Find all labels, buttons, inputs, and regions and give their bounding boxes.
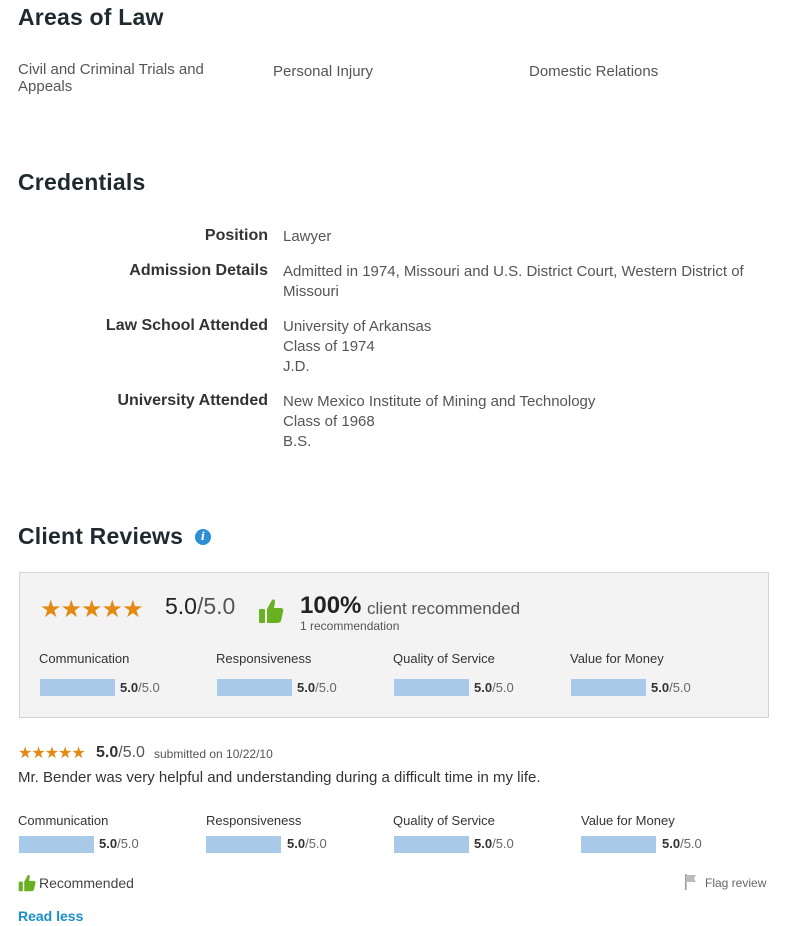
review-category-score: 5.0/5.0 — [287, 836, 327, 851]
score-denominator: /5.0 — [680, 836, 702, 851]
credential-line: Class of 1974 — [283, 338, 375, 355]
credentials-heading: Credentials — [18, 169, 146, 195]
summary-category-label: Value for Money — [570, 651, 664, 666]
credential-line: Lawyer — [283, 228, 332, 245]
review-rating-bar — [19, 836, 94, 853]
summary-category-label: Communication — [39, 651, 130, 666]
score-value: 5.0 — [474, 680, 493, 695]
summary-category-label: Responsiveness — [216, 651, 312, 666]
score-value: 5.0 — [474, 836, 493, 851]
read-less-link[interactable]: Read less — [18, 908, 83, 924]
summary-category-score: 5.0/5.0 — [297, 680, 337, 695]
review-rating-bar — [394, 836, 469, 853]
credential-value-position: Lawyer — [283, 227, 763, 247]
summary-rating-bar — [394, 679, 469, 696]
areas-of-law-heading: Areas of Law — [18, 4, 164, 30]
summary-star-rating: ★★★★★ — [40, 596, 144, 623]
area-item-civil-criminal: Civil and Criminal Trials and Appeals — [18, 61, 204, 95]
credential-line: Admitted in 1974, Missouri and U.S. Dist… — [283, 263, 744, 300]
recommended-percent: 100% — [300, 592, 362, 619]
area-item-domestic-relations: Domestic Relations — [529, 63, 659, 80]
summary-rating-bar — [571, 679, 646, 696]
flag-icon[interactable] — [684, 873, 698, 891]
review-summary-panel: ★★★★★ 5.0/5.0 100% client recommended 1 … — [19, 572, 769, 718]
info-icon[interactable]: i — [195, 529, 211, 545]
score-denominator: /5.0 — [492, 680, 514, 695]
score-denominator: /5.0 — [138, 680, 160, 695]
score-denominator: /5.0 — [492, 836, 514, 851]
thumbs-up-icon — [259, 599, 284, 623]
thumbs-up-icon — [18, 874, 36, 892]
flag-review-link[interactable]: Flag review — [705, 876, 766, 890]
summary-rating-bar — [217, 679, 292, 696]
score-denominator: /5.0 — [117, 836, 139, 851]
score-denominator: /5.0 — [315, 680, 337, 695]
review-score-denominator: /5.0 — [118, 744, 145, 761]
client-reviews-heading: Client Reviews — [18, 523, 184, 549]
credential-value-admission: Admitted in 1974, Missouri and U.S. Dist… — [283, 262, 753, 302]
score-value: 5.0 — [120, 680, 139, 695]
summary-category-score: 5.0/5.0 — [651, 680, 691, 695]
review-rating-bar — [206, 836, 281, 853]
review-date: submitted on 10/22/10 — [154, 747, 273, 761]
review-category-score: 5.0/5.0 — [474, 836, 514, 851]
score-value: 5.0 — [662, 836, 681, 851]
review-category-label: Communication — [18, 813, 109, 828]
score-value: 5.0 — [297, 680, 316, 695]
summary-score: 5.0/5.0 — [165, 593, 235, 620]
credential-line: J.D. — [283, 358, 310, 375]
summary-category-label: Quality of Service — [393, 651, 495, 666]
review-category-score: 5.0/5.0 — [99, 836, 139, 851]
review-category-label: Responsiveness — [206, 813, 302, 828]
credential-value-university: New Mexico Institute of Mining and Techn… — [283, 392, 763, 452]
review-category-label: Quality of Service — [393, 813, 495, 828]
review-score: 5.0/5.0 — [96, 744, 145, 762]
area-item-personal-injury: Personal Injury — [273, 63, 374, 80]
credential-line: Class of 1968 — [283, 413, 375, 430]
credential-line: B.S. — [283, 433, 312, 450]
credential-label-law-school: Law School Attended — [105, 317, 268, 334]
summary-category-score: 5.0/5.0 — [120, 680, 160, 695]
credential-label-university: University Attended — [117, 392, 268, 409]
score-denominator: /5.0 — [305, 836, 327, 851]
summary-rating-bar — [40, 679, 115, 696]
review-category-score: 5.0/5.0 — [662, 836, 702, 851]
credential-label-admission: Admission Details — [129, 262, 268, 279]
review-rating-bar — [581, 836, 656, 853]
score-value: 5.0 — [651, 680, 670, 695]
review-star-rating: ★★★★★ — [18, 745, 86, 762]
recommended-label: Recommended — [39, 875, 134, 891]
score-value: 5.0 — [287, 836, 306, 851]
credential-line: New Mexico Institute of Mining and Techn… — [283, 393, 596, 410]
recommended-text: client recommended — [367, 599, 521, 618]
summary-category-score: 5.0/5.0 — [474, 680, 514, 695]
summary-score-value: 5.0 — [165, 593, 197, 619]
review-score-value: 5.0 — [96, 744, 119, 761]
score-value: 5.0 — [99, 836, 118, 851]
credential-label-position: Position — [204, 227, 268, 244]
review-category-label: Value for Money — [581, 813, 675, 828]
summary-score-denominator: /5.0 — [196, 593, 236, 619]
recommendation-count: 1 recommendation — [300, 619, 400, 633]
credential-line: University of Arkansas — [283, 318, 432, 335]
score-denominator: /5.0 — [669, 680, 691, 695]
credential-value-law-school: University of Arkansas Class of 1974 J.D… — [283, 317, 763, 377]
review-text: Mr. Bender was very helpful and understa… — [18, 769, 541, 786]
